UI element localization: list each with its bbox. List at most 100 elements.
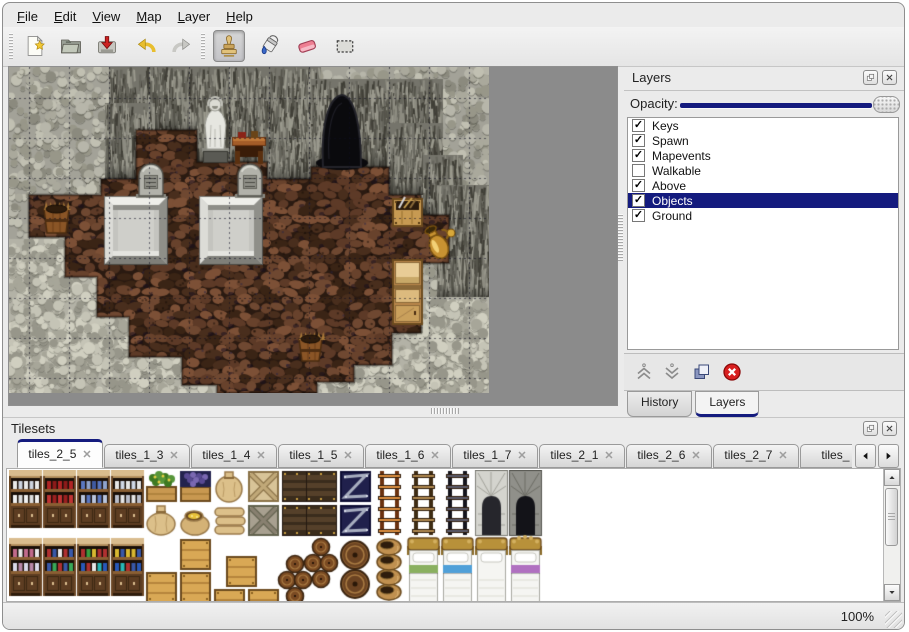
new-button[interactable] — [19, 30, 51, 62]
tileset-tab-label: tiles_2_6 — [637, 448, 685, 462]
layer-row-mapevents[interactable]: ✓Mapevents — [628, 148, 898, 163]
tileset-tab-label: tiles_1_4 — [202, 448, 250, 462]
layer-label: Ground — [652, 209, 692, 223]
tileset-tab-label: tiles_1_3 — [115, 448, 163, 462]
tileset-tab-tiles_1_4[interactable]: tiles_1_4 ✕ — [191, 444, 277, 468]
toolbar — [3, 27, 904, 67]
tileset-tab-tiles_1_7[interactable]: tiles_1_7✕ — [452, 444, 538, 468]
layer-visibility-checkbox[interactable] — [632, 164, 645, 177]
close-tab-icon[interactable]: ✕ — [517, 450, 526, 462]
stamp-tool-button[interactable] — [213, 30, 245, 62]
duplicate-layer-button[interactable] — [692, 362, 712, 382]
scrollbar-thumb[interactable] — [885, 488, 898, 546]
map-viewport[interactable] — [8, 66, 618, 406]
menu-view[interactable]: View — [84, 6, 128, 27]
statusbar: 100% — [3, 602, 904, 630]
close-tab-icon[interactable]: ✕ — [430, 450, 439, 462]
close-tab-icon[interactable]: ✕ — [256, 450, 265, 462]
layer-visibility-checkbox[interactable]: ✓ — [632, 209, 645, 222]
tileset-tab-label: tiles_2_5 — [28, 447, 76, 461]
menu-layer[interactable]: Layer — [170, 6, 219, 27]
layer-label: Above — [652, 179, 686, 193]
layer-visibility-checkbox[interactable]: ✓ — [632, 194, 645, 207]
tileset-tab-tiles_2_6[interactable]: tiles_2_6 ✕ — [626, 444, 712, 468]
dock-bottom-tabs: HistoryLayers — [627, 391, 759, 417]
fill-tool-button[interactable] — [253, 30, 285, 62]
tilesets-panel-title: Tilesets — [11, 421, 55, 436]
raise-layer-button[interactable] — [634, 362, 654, 382]
layer-row-keys[interactable]: ✓ Keys — [628, 118, 898, 133]
tileset-tab-label: tiles_1_6 — [376, 448, 424, 462]
tileset-tab-label: tiles_1_5 — [289, 448, 337, 462]
layer-visibility-checkbox[interactable]: ✓ — [632, 149, 645, 162]
lower-layer-button[interactable] — [662, 362, 682, 382]
tileset-tabbar: tiles_2_5 ✕ tiles_1_3 ✕ tiles_1_4 ✕ tiles_1_5 ✕… — [17, 439, 852, 468]
scroll-down-button[interactable] — [884, 584, 900, 601]
tileset-content[interactable] — [6, 468, 901, 602]
close-tab-icon[interactable]: ✕ — [691, 450, 700, 462]
toolbar-drag-handle[interactable] — [201, 33, 205, 59]
open-button[interactable] — [55, 30, 87, 62]
horizontal-splitter-handle[interactable] — [431, 408, 459, 414]
map-canvas[interactable] — [9, 67, 489, 393]
eraser-tool-button[interactable] — [291, 30, 323, 62]
layer-visibility-checkbox[interactable]: ✓ — [632, 179, 645, 192]
layer-row-objects[interactable]: ✓ Objects — [628, 193, 898, 208]
layer-row-above[interactable]: ✓ Above — [628, 178, 898, 193]
scroll-up-button[interactable] — [884, 469, 900, 486]
layer-visibility-checkbox[interactable]: ✓ — [632, 119, 645, 132]
tileset-tab-tiles_[interactable]: tiles_✕ — [800, 444, 852, 468]
tileset-tab-label: tiles_2_7 — [724, 448, 772, 462]
layer-row-ground[interactable]: ✓ Ground — [628, 208, 898, 223]
layers-panel: Layers Opacity: ✓ Keys✓Spawn✓MapeventsWal… — [624, 65, 904, 417]
layer-visibility-checkbox[interactable]: ✓ — [632, 134, 645, 147]
dock-tab-history[interactable]: History — [627, 391, 692, 417]
save-button[interactable] — [91, 30, 123, 62]
delete-layer-button[interactable] — [722, 362, 742, 382]
undo-button[interactable] — [131, 30, 163, 62]
tab-scroll-right-button[interactable] — [878, 444, 899, 468]
close-tab-icon[interactable]: ✕ — [169, 450, 178, 462]
layer-row-spawn[interactable]: ✓Spawn — [628, 133, 898, 148]
opacity-label: Opacity: — [630, 96, 678, 111]
tileset-tab-tiles_1_6[interactable]: tiles_1_6 ✕ — [365, 444, 451, 468]
tileset-tab-tiles_1_5[interactable]: tiles_1_5 ✕ — [278, 444, 364, 468]
dock-tab-layers[interactable]: Layers — [695, 391, 759, 417]
layers-panel-title: Layers — [632, 70, 671, 85]
float-panel-button[interactable] — [863, 421, 878, 436]
tab-scroll-left-button[interactable] — [855, 444, 876, 468]
close-panel-button[interactable] — [882, 70, 897, 85]
redo-button[interactable] — [165, 30, 197, 62]
opacity-slider-handle[interactable] — [873, 96, 900, 113]
layer-row-walkable[interactable]: Walkable — [628, 163, 898, 178]
menu-edit[interactable]: Edit — [46, 6, 84, 27]
tileset-scrollbar[interactable] — [883, 469, 900, 601]
close-tab-icon[interactable]: ✕ — [604, 450, 613, 462]
tileset-tab-tiles_1_3[interactable]: tiles_1_3 ✕ — [104, 444, 190, 468]
app-window: FileEditViewMapLayerHelp Layers Opacity:… — [2, 2, 905, 630]
menubar: FileEditViewMapLayerHelp — [9, 5, 261, 27]
resize-grip[interactable] — [885, 611, 902, 628]
tileset-tab-tiles_2_1[interactable]: tiles_2_1✕ — [539, 444, 625, 468]
select-tool-button[interactable] — [329, 30, 361, 62]
tileset-tab-tiles_2_7[interactable]: tiles_2_7 ✕ — [713, 444, 799, 468]
close-tab-icon[interactable]: ✕ — [778, 450, 787, 462]
vertical-splitter-handle[interactable] — [618, 213, 623, 261]
layer-label: Objects — [652, 194, 693, 208]
tileset-tab-tiles_2_5[interactable]: tiles_2_5 ✕ — [17, 439, 103, 468]
close-panel-button[interactable] — [882, 421, 897, 436]
toolbar-drag-handle[interactable] — [9, 33, 13, 59]
menu-map[interactable]: Map — [128, 6, 169, 27]
close-tab-icon[interactable]: ✕ — [343, 450, 352, 462]
tileset-canvas[interactable] — [9, 470, 883, 601]
scrollbar-grip — [888, 513, 895, 520]
layer-buttons-row — [624, 353, 904, 391]
close-tab-icon[interactable]: ✕ — [82, 449, 91, 461]
menu-file[interactable]: File — [9, 6, 46, 27]
float-panel-button[interactable] — [863, 70, 878, 85]
layer-label: Walkable — [652, 164, 701, 178]
opacity-slider-track[interactable] — [680, 103, 872, 108]
tilesets-panel: Tilesets tiles_2_5✕tiles_1_3✕tiles_1_4✕t… — [3, 417, 904, 603]
layer-label: Keys — [652, 119, 679, 133]
menu-help[interactable]: Help — [218, 6, 261, 27]
